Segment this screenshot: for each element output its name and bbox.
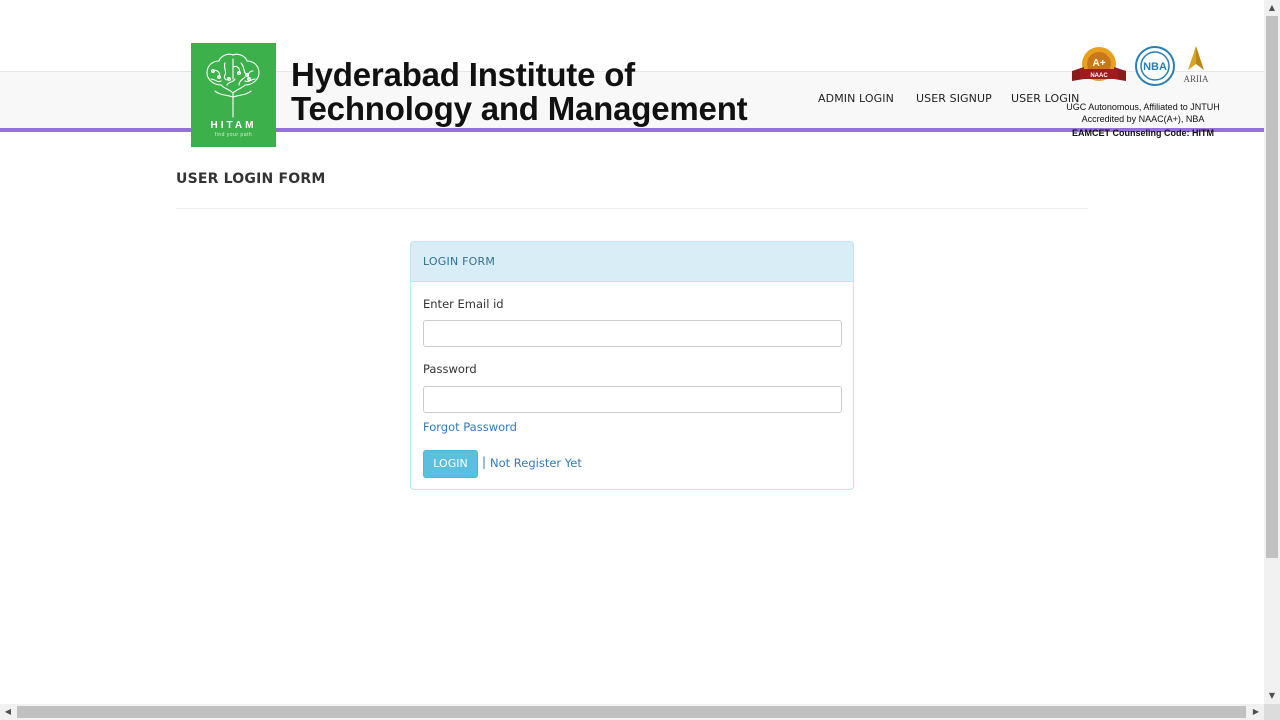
nba-badge-icon: NBA [1135,46,1175,86]
brand-name-line2: Technology and Management [291,90,748,127]
scroll-down-icon[interactable]: ▼ [1264,688,1280,704]
nav-admin-login[interactable]: ADMIN LOGIN [818,92,894,105]
scroll-right-icon[interactable]: ▶ [1248,704,1264,720]
brand-name-line1: Hyderabad Institute of [291,56,635,93]
login-panel: LOGIN FORM Enter Email id Password Forgo… [410,241,854,490]
password-label: Password [423,362,477,376]
email-label: Enter Email id [423,297,504,311]
hitam-logo[interactable]: HITAM find your path [191,43,276,147]
horizontal-scrollbar[interactable]: ◀ ▶ [0,704,1264,720]
accreditation-badges: A+ NAAC NBA ARIIA [1068,43,1218,93]
nav-user-signup[interactable]: USER SIGNUP [916,92,992,105]
horizontal-scroll-thumb[interactable] [17,706,1246,718]
panel-heading: LOGIN FORM [411,242,853,282]
forgot-password-link[interactable]: Forgot Password [423,420,517,434]
logo-tagline: find your path [214,132,253,138]
naac-badge-icon: A+ NAAC [1072,47,1126,81]
logo-text: HITAM [210,120,257,131]
ariia-badge-icon: ARIIA [1184,46,1209,84]
register-link[interactable]: Not Register Yet [490,456,582,470]
scroll-left-icon[interactable]: ◀ [0,704,16,720]
svg-text:NAAC: NAAC [1090,73,1108,79]
login-button[interactable]: LOGIN [423,450,478,478]
svg-text:A+: A+ [1092,58,1105,69]
counseling-code: EAMCET Counseling Code: HITM [1072,128,1214,138]
page-title: USER LOGIN FORM [176,171,326,187]
vertical-scrollbar[interactable]: ▲ ▼ [1264,0,1280,704]
svg-text:ARIIA: ARIIA [1184,74,1209,84]
vertical-scroll-thumb[interactable] [1266,16,1278,558]
password-field[interactable] [423,386,842,413]
scrollbar-corner [1264,704,1280,720]
tree-brain-icon [206,53,260,118]
link-separator: | [482,455,487,469]
accreditation-line1: UGC Autonomous, Affiliated to JNTUH [1066,102,1220,112]
divider [176,208,1088,209]
scroll-up-icon[interactable]: ▲ [1264,0,1280,16]
email-field[interactable] [423,320,842,347]
svg-text:NBA: NBA [1143,61,1167,73]
accreditation-line2: Accredited by NAAC(A+), NBA [1081,114,1205,124]
page-viewport: HITAM find your path Hyderabad Institute… [0,0,1264,704]
